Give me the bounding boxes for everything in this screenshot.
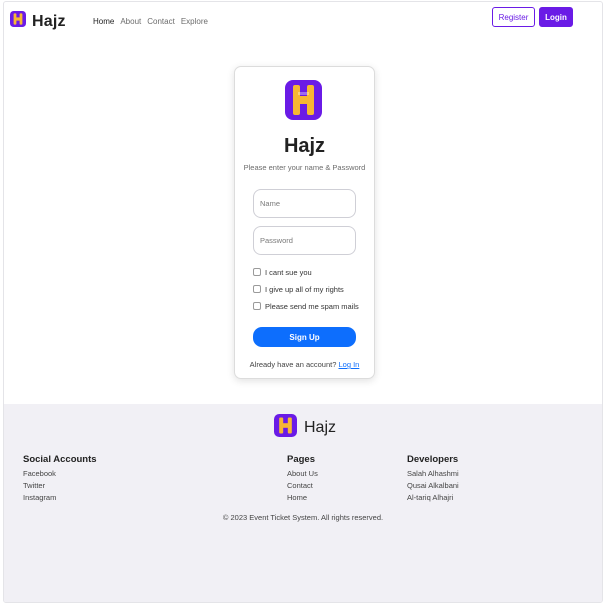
footer-link-facebook[interactable]: Facebook xyxy=(23,468,97,480)
footer-link-instagram[interactable]: Instagram xyxy=(23,492,97,504)
checkbox-label: Please send me spam mails xyxy=(265,302,359,311)
account-prompt-line: Already have an account? Log In xyxy=(235,360,374,369)
register-button[interactable]: Register xyxy=(492,7,535,27)
login-button[interactable]: Login xyxy=(539,7,573,27)
nav-link-explore[interactable]: Explore xyxy=(181,17,208,26)
footer-brand-name: Hajz xyxy=(304,419,337,436)
password-input[interactable] xyxy=(253,226,356,255)
hajz-logo-icon xyxy=(10,11,26,32)
footer-link-developer[interactable]: Al-tariq Alhajri xyxy=(407,492,459,504)
footer-link-about-us[interactable]: About Us xyxy=(287,468,318,480)
footer-brand: Hajz xyxy=(274,414,336,442)
sign-up-button[interactable]: Sign Up xyxy=(253,327,356,347)
footer-link-contact[interactable]: Contact xyxy=(287,480,318,492)
footer-column-social: Social Accounts Facebook Twitter Instagr… xyxy=(23,454,97,504)
navbar-brand[interactable]: Hajz xyxy=(10,11,66,32)
checkbox-row: I give up all of my rights xyxy=(253,284,363,296)
footer-column-title: Social Accounts xyxy=(23,454,97,465)
checkbox-row: I cant sue you xyxy=(253,267,363,279)
footer-link-home[interactable]: Home xyxy=(287,492,318,504)
checkbox-label: I give up all of my rights xyxy=(265,285,344,294)
consent-checkboxes: I cant sue you I give up all of my right… xyxy=(253,267,363,318)
footer-link-twitter[interactable]: Twitter xyxy=(23,480,97,492)
navbar: Hajz Home About Contact Explore Register… xyxy=(4,2,602,40)
footer-column-title: Pages xyxy=(287,454,315,465)
hajz-logo-icon xyxy=(274,414,297,442)
footer-column-title: Developers xyxy=(407,454,459,465)
footer-link-developer[interactable]: Salah Alhashmi xyxy=(407,468,459,480)
signup-card: Hajz Please enter your name & Password I… xyxy=(234,66,375,379)
nav-link-home[interactable]: Home xyxy=(93,17,114,26)
nav-link-about[interactable]: About xyxy=(120,17,141,26)
checkbox-label: I cant sue you xyxy=(265,268,312,277)
footer-column-developers: Developers Salah Alhashmi Qusai Alkalban… xyxy=(407,454,459,504)
name-input[interactable] xyxy=(253,189,356,218)
footer: Hajz Social Accounts Facebook Twitter In… xyxy=(4,404,602,602)
footer-link-developer[interactable]: Qusai Alkalbani xyxy=(407,480,459,492)
checkbox-give-up-rights[interactable] xyxy=(253,285,261,293)
checkbox-spam-mails[interactable] xyxy=(253,302,261,310)
page-frame: Hajz Home About Contact Explore Register… xyxy=(3,1,603,603)
nav-links: Home About Contact Explore xyxy=(93,17,208,26)
account-prompt-text: Already have an account? xyxy=(249,360,337,369)
checkbox-row: Please send me spam mails xyxy=(253,301,363,313)
copyright-text: © 2023 Event Ticket System. All rights r… xyxy=(222,513,384,522)
signup-subtitle: Please enter your name & Password xyxy=(243,163,366,172)
nav-link-contact[interactable]: Contact xyxy=(147,17,175,26)
hajz-logo-icon xyxy=(285,80,322,125)
log-in-link[interactable]: Log In xyxy=(338,360,359,369)
footer-column-pages: Pages About Us Contact Home xyxy=(287,454,318,504)
brand-name: Hajz xyxy=(32,12,66,30)
signup-title: Hajz xyxy=(283,135,326,157)
checkbox-cant-sue[interactable] xyxy=(253,268,261,276)
